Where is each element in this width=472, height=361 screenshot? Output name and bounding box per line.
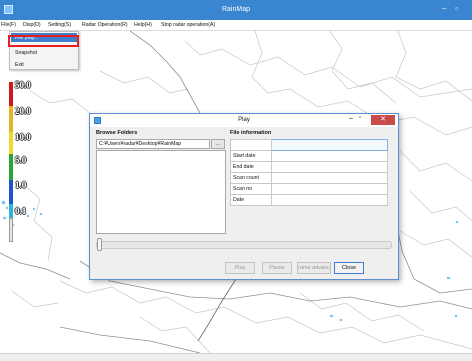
- minimize-icon[interactable]: –: [442, 5, 446, 13]
- legend-swatch-5: [9, 154, 13, 180]
- rainfall-legend-bar: [9, 82, 13, 242]
- info-key-scan-count: Scan count: [230, 172, 272, 184]
- menu-radar-operation[interactable]: Radar Operation(R): [82, 22, 128, 28]
- menu-item-exit[interactable]: Exit: [15, 62, 24, 68]
- legend-swatch-0-1: [9, 204, 13, 218]
- browse-folders-label: Browse Folders: [96, 130, 138, 136]
- close-button[interactable]: Close: [334, 262, 364, 274]
- legend-label-20: 20.0: [15, 106, 31, 116]
- window-title: RainMap: [221, 6, 250, 13]
- folder-file-list[interactable]: [96, 150, 226, 234]
- playback-slider-track[interactable]: [96, 241, 392, 249]
- file-information-table: Start date End date Scan count Scan no D…: [230, 139, 388, 206]
- info-value-date: [271, 194, 388, 206]
- menu-help[interactable]: Help(H): [134, 22, 152, 28]
- info-value-start-date: [271, 150, 388, 162]
- dialog-maximize-icon[interactable]: ▫: [359, 115, 361, 121]
- playback-slider-thumb[interactable]: [97, 238, 102, 251]
- folder-path-input[interactable]: C:¥Users¥radar¥Desktop¥RainMap: [96, 139, 210, 149]
- highlight-frame: [8, 35, 79, 47]
- info-value-scan-no: [271, 183, 388, 195]
- info-key-scan-no: Scan no: [230, 183, 272, 195]
- maximize-icon[interactable]: ▫: [455, 5, 458, 13]
- menu-setting[interactable]: Setting(S): [48, 22, 71, 28]
- title-bar: RainMap – ▫: [0, 0, 472, 20]
- legend-swatch-1: [9, 180, 13, 204]
- pause-button[interactable]: Pause: [262, 262, 292, 274]
- menu-bar: File(F) Disp(D) Setting(S) Radar Operati…: [0, 20, 472, 31]
- info-key-start-date: Start date: [230, 150, 272, 162]
- menu-disp[interactable]: Disp(D): [23, 22, 41, 28]
- info-value-end-date: [271, 161, 388, 173]
- info-value-selected[interactable]: [271, 139, 388, 151]
- menu-file[interactable]: File(F): [1, 22, 16, 28]
- dialog-close-icon[interactable]: ✕: [371, 115, 395, 125]
- frame-advance-button[interactable]: rame advanc: [297, 262, 331, 274]
- menu-item-snapshot[interactable]: Snapshot: [15, 50, 37, 56]
- legend-label-50: 50.0: [15, 80, 31, 90]
- legend-label-10: 10.0: [15, 132, 31, 142]
- legend-swatch-20: [9, 106, 13, 132]
- info-key-empty: [230, 139, 272, 151]
- legend-label-1: 1.0: [15, 180, 27, 190]
- play-dialog: Play – ▫ ✕ Browse Folders File informati…: [89, 113, 399, 280]
- legend-label-5: 5.0: [15, 155, 27, 165]
- file-information-label: File information: [230, 130, 272, 136]
- legend-swatch-none: [9, 218, 13, 242]
- dialog-minimize-icon[interactable]: –: [349, 115, 353, 122]
- play-button[interactable]: Play: [225, 262, 255, 274]
- menu-stop-radar-operation[interactable]: Stop radar operation(A): [161, 22, 215, 28]
- legend-label-0-1: 0.1: [15, 206, 27, 216]
- browse-button[interactable]: ...: [211, 139, 225, 149]
- info-key-end-date: End date: [230, 161, 272, 173]
- info-key-date: Date: [230, 194, 272, 206]
- dialog-title-bar: Play – ▫ ✕: [90, 114, 398, 127]
- status-bar: [0, 353, 472, 361]
- info-value-scan-count: [271, 172, 388, 184]
- legend-swatch-10: [9, 132, 13, 154]
- legend-swatch-50: [9, 82, 13, 106]
